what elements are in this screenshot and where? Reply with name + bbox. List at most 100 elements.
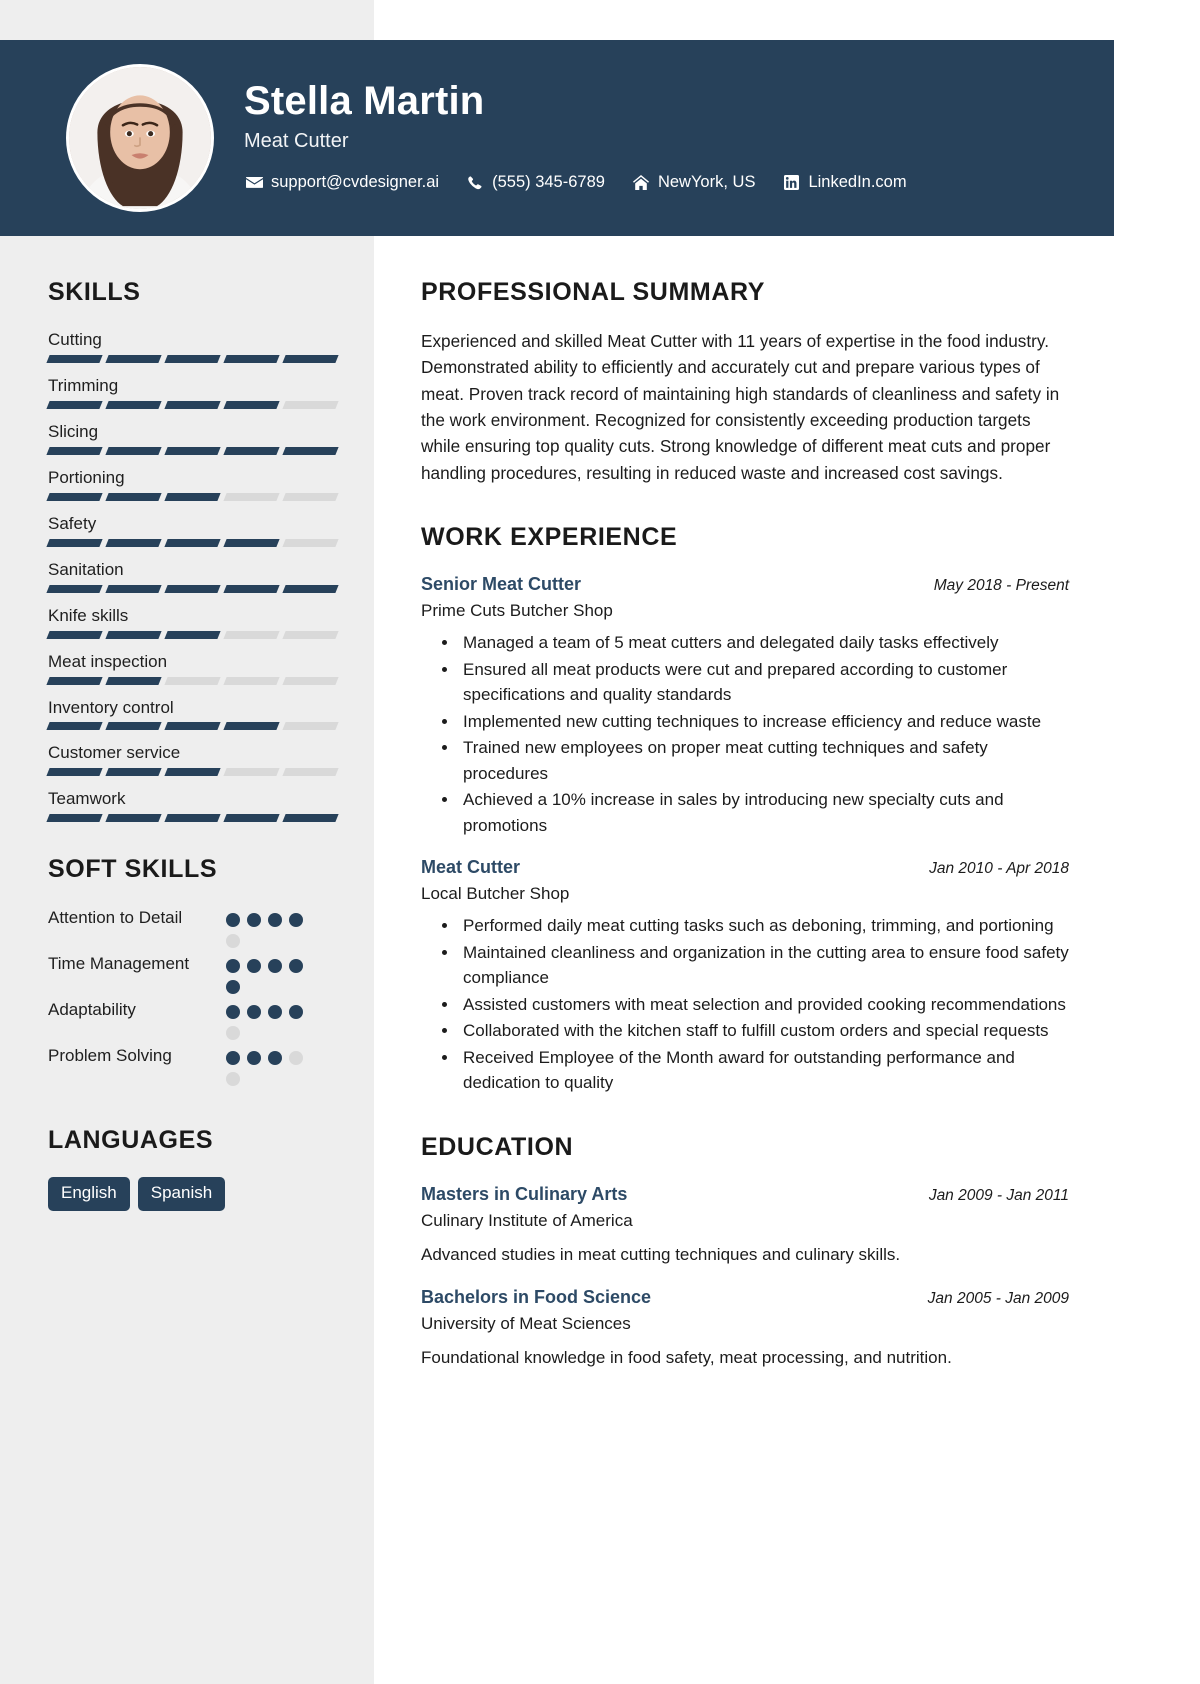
entry-title: Masters in Culinary Arts bbox=[421, 1183, 628, 1204]
soft-skill-row: Problem Solving bbox=[48, 1044, 338, 1087]
skill-label: Trimming bbox=[48, 375, 119, 395]
skill-bar-segment bbox=[282, 400, 339, 409]
rating-dot bbox=[268, 1005, 282, 1020]
skill-level-bar bbox=[46, 354, 339, 363]
skill-bar-segment bbox=[105, 768, 162, 777]
skill-bar-segment bbox=[46, 400, 103, 409]
skill-row: Safety bbox=[46, 513, 339, 547]
education-entry: Masters in Culinary Arts Jan 2009 - Jan 2… bbox=[421, 1183, 1069, 1268]
skill-bar-segment bbox=[46, 354, 103, 363]
sidebar: SKILLS Cutting Trimming Slicing Portioning S… bbox=[46, 278, 339, 1211]
language-tag: Spanish bbox=[137, 1177, 226, 1211]
skill-label: Customer service bbox=[48, 743, 181, 763]
skill-row: Slicing bbox=[46, 421, 339, 455]
entry-bullet: Maintained cleanliness and organization … bbox=[459, 940, 1069, 991]
skill-label: Cutting bbox=[48, 330, 102, 349]
contact-email[interactable]: support@cvdesigner.ai bbox=[244, 173, 439, 192]
skill-bar-segment bbox=[164, 814, 221, 823]
entry-organization: Local Butcher Shop bbox=[421, 884, 570, 904]
skill-bar-segment bbox=[164, 492, 221, 501]
languages-section: LANGUAGES English Spanish bbox=[48, 1126, 338, 1211]
resume-header: Stella Martin Meat Cutter support@cvdesi… bbox=[0, 40, 1114, 236]
contact-linkedin[interactable]: LinkedIn.com bbox=[781, 173, 907, 192]
skill-level-bar bbox=[46, 538, 339, 547]
rating-dot bbox=[226, 1051, 240, 1066]
skill-label: Sanitation bbox=[48, 559, 124, 579]
right-gutter bbox=[1114, 0, 1200, 1684]
skill-label: Meat inspection bbox=[48, 651, 168, 671]
skill-bar-segment bbox=[46, 722, 103, 731]
rating-dot bbox=[289, 913, 303, 928]
skill-bar-segment bbox=[223, 814, 280, 823]
entry-organization: Culinary Institute of America bbox=[421, 1211, 633, 1231]
skill-bar-segment bbox=[46, 676, 103, 685]
skill-bar-segment bbox=[223, 722, 280, 731]
soft-skill-label: Attention to Detail bbox=[48, 908, 183, 928]
skill-bar-segment bbox=[46, 492, 103, 501]
summary-heading: PROFESSIONAL SUMMARY bbox=[421, 278, 765, 306]
main-column: PROFESSIONAL SUMMARY Experienced and ski… bbox=[421, 278, 1069, 1370]
rating-dot bbox=[247, 1005, 261, 1020]
entry-bullet: Collaborated with the kitchen staff to f… bbox=[459, 1018, 1069, 1044]
contact-location-text: NewYork, US bbox=[657, 173, 756, 192]
skill-bar-segment bbox=[223, 584, 280, 593]
rating-dot bbox=[289, 959, 303, 974]
rating-dot bbox=[226, 1072, 240, 1087]
skill-row: Inventory control bbox=[46, 697, 339, 731]
contact-linkedin-text: LinkedIn.com bbox=[808, 173, 907, 192]
soft-skill-rating-dots bbox=[226, 906, 311, 949]
soft-skill-label: Time Management bbox=[48, 954, 190, 974]
skill-bar-segment bbox=[282, 538, 339, 547]
rating-dot bbox=[268, 959, 282, 974]
header-text-block: Stella Martin Meat Cutter support@cvdesi… bbox=[244, 78, 933, 196]
entry-bullet: Implemented new cutting techniques to in… bbox=[459, 709, 1069, 735]
experience-list: Senior Meat Cutter May 2018 - Present Prim… bbox=[421, 573, 1069, 1096]
rating-dot bbox=[247, 1051, 261, 1066]
skill-bar-segment bbox=[164, 722, 221, 731]
skill-bar-segment bbox=[223, 492, 280, 501]
entry-title: Senior Meat Cutter bbox=[421, 573, 582, 594]
contact-location[interactable]: NewYork, US bbox=[631, 173, 756, 192]
skill-bar-segment bbox=[223, 354, 280, 363]
skill-bar-segment bbox=[282, 584, 339, 593]
skill-bar-segment bbox=[105, 630, 162, 639]
entry-title: Bachelors in Food Science bbox=[421, 1286, 652, 1307]
skill-bar-segment bbox=[282, 354, 339, 363]
page-title: Stella Martin bbox=[244, 78, 485, 123]
entry-header: Bachelors in Food Science Jan 2005 - Jan … bbox=[421, 1286, 1069, 1309]
skill-bar-segment bbox=[223, 768, 280, 777]
skill-bar-segment bbox=[105, 584, 162, 593]
entry-bullet: Performed daily meat cutting tasks such … bbox=[459, 913, 1069, 939]
soft-skills-list: Attention to Detail Time Management Adapta… bbox=[48, 906, 338, 1087]
skill-bar-segment bbox=[46, 768, 103, 777]
soft-skill-label: Adaptability bbox=[48, 1000, 136, 1020]
skill-level-bar bbox=[46, 584, 339, 593]
skill-row: Teamwork bbox=[46, 788, 339, 823]
entry-date: Jan 2005 - Jan 2009 bbox=[927, 1289, 1069, 1307]
skill-row: Knife skills bbox=[46, 605, 339, 639]
language-tag-list: English Spanish bbox=[48, 1177, 338, 1211]
skill-bar-segment bbox=[282, 768, 339, 777]
skill-label: Inventory control bbox=[48, 697, 174, 717]
rating-dot bbox=[289, 1051, 303, 1066]
phone-icon bbox=[465, 175, 485, 190]
entry-organization: Prime Cuts Butcher Shop bbox=[421, 601, 613, 621]
skill-label: Safety bbox=[48, 513, 97, 533]
experience-section: WORK EXPERIENCE Senior Meat Cutter May 20… bbox=[421, 523, 1069, 1096]
rating-dot bbox=[226, 1005, 240, 1020]
skill-level-bar bbox=[46, 722, 339, 731]
experience-entry: Senior Meat Cutter May 2018 - Present Prim… bbox=[421, 573, 1069, 838]
skill-level-bar bbox=[46, 814, 339, 823]
soft-skill-rating-dots bbox=[226, 952, 311, 995]
entry-bullet: Assisted customers with meat selection a… bbox=[459, 992, 1069, 1018]
soft-skill-label: Problem Solving bbox=[48, 1046, 172, 1066]
contact-phone[interactable]: (555) 345-6789 bbox=[465, 173, 605, 192]
skill-bar-segment bbox=[164, 354, 221, 363]
entry-header: Senior Meat Cutter May 2018 - Present bbox=[421, 573, 1069, 596]
soft-skill-row: Adaptability bbox=[48, 998, 338, 1041]
rating-dot bbox=[226, 959, 240, 974]
skill-bar-segment bbox=[164, 676, 221, 685]
contact-list: support@cvdesigner.ai (555) 345-6789 New… bbox=[244, 173, 933, 192]
summary-text: Experienced and skilled Meat Cutter with… bbox=[421, 331, 1060, 483]
contact-email-text: support@cvdesigner.ai bbox=[271, 173, 440, 192]
